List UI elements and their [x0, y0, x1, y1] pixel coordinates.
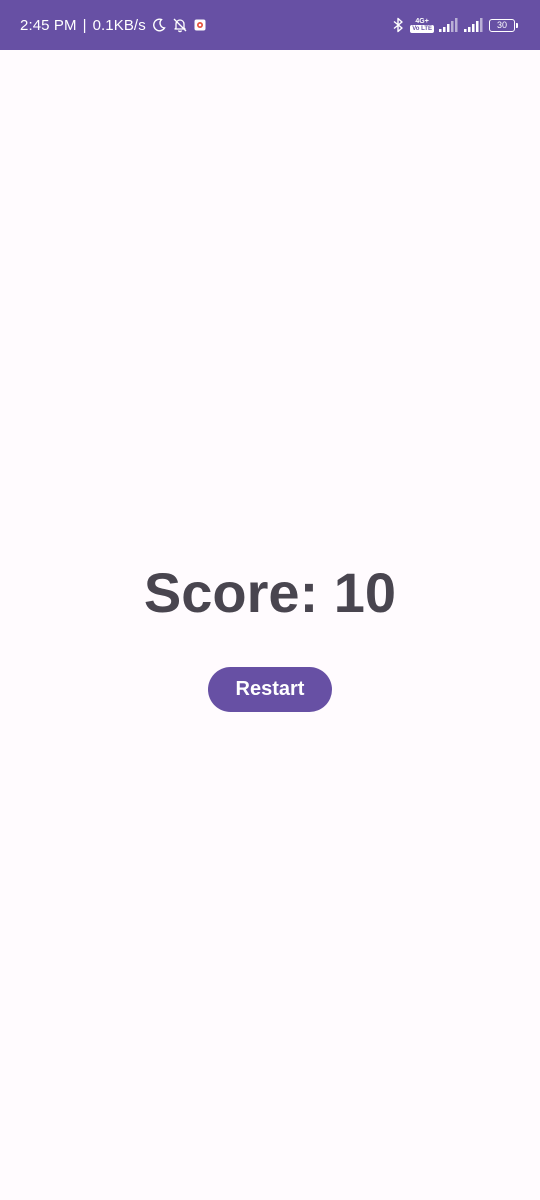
restart-button[interactable]: Restart: [208, 667, 332, 712]
app-notification-icon: [194, 19, 206, 31]
network-type-label: 4G+: [415, 17, 429, 25]
status-bar: 2:45 PM | 0.1KB/s 4G+ Vo LTE 30: [0, 0, 540, 50]
signal-icon-2: [464, 18, 484, 32]
status-separator: |: [82, 16, 87, 34]
volte-label: Vo LTE: [410, 24, 434, 33]
network-speed: 0.1KB/s: [92, 16, 146, 34]
status-left: 2:45 PM | 0.1KB/s: [20, 17, 206, 34]
status-right: 4G+ Vo LTE 30: [391, 17, 518, 33]
battery-icon: 30: [489, 18, 518, 32]
battery-tip: [516, 22, 518, 28]
moon-icon: [152, 18, 166, 32]
signal-icon: [439, 18, 459, 32]
bluetooth-icon: [391, 17, 405, 33]
status-time: 2:45 PM: [20, 16, 77, 34]
battery-level: 30: [489, 18, 515, 32]
score-text: Score: 10: [143, 561, 397, 624]
volte-icon: 4G+ Vo LTE: [410, 18, 434, 33]
bell-off-icon: [172, 17, 188, 33]
